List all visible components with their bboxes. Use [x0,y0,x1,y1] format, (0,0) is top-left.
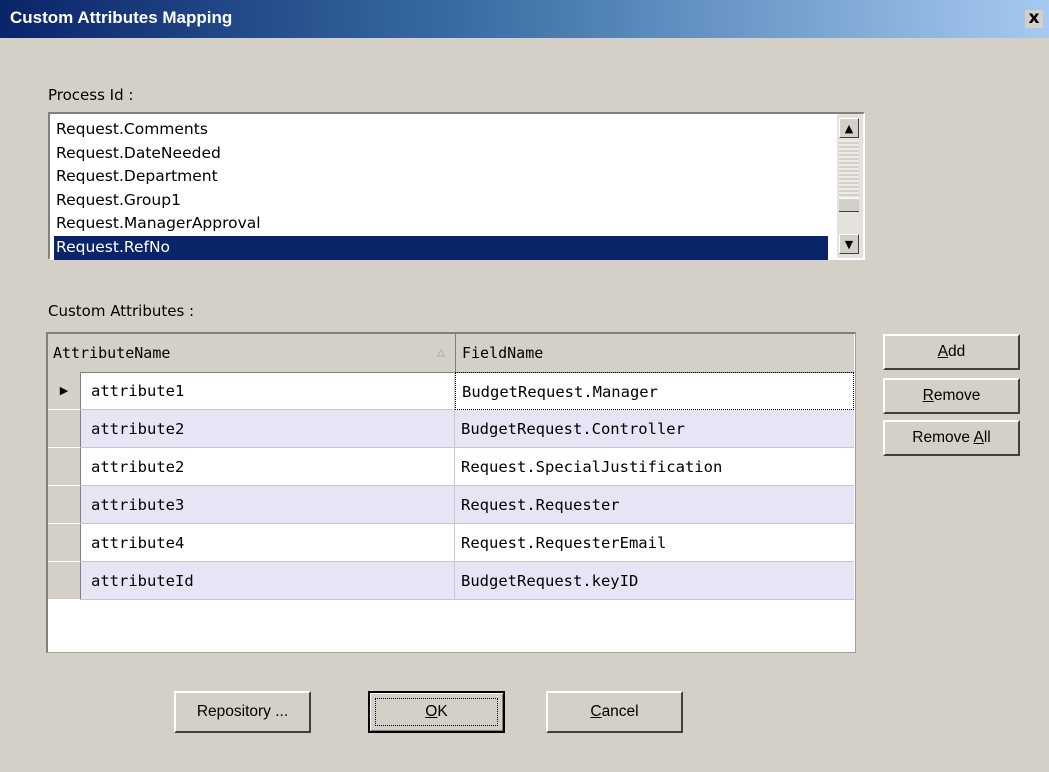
row-header[interactable] [48,410,81,448]
add-button[interactable]: Add [883,334,1020,370]
table-row[interactable]: attribute3 Request.Requester [48,486,854,524]
button-label: ll [983,429,991,446]
remove-button[interactable]: Remove [883,378,1020,414]
table-row[interactable]: attributeId BudgetRequest.keyID [48,562,854,600]
row-header[interactable] [48,486,81,524]
repository-button[interactable]: Repository ... [174,691,311,733]
table-row[interactable]: ▶ attribute1 BudgetRequest.Manager [48,372,854,410]
listbox-vertical-scrollbar[interactable]: ▲ ▼ [837,114,863,258]
attribute-name-cell[interactable]: attribute1 [81,372,455,410]
custom-attributes-label: Custom Attributes : [48,302,195,320]
accelerator-key: A [937,343,949,360]
grid-header: AttributeName △ FieldName [48,334,854,373]
title-bar: Custom Attributes Mapping x [0,0,1049,38]
accelerator-key: R [922,387,934,404]
button-label: ancel [601,703,639,720]
table-row[interactable]: attribute2 Request.SpecialJustification [48,448,854,486]
field-name-cell[interactable]: BudgetRequest.Controller [455,410,854,448]
process-id-item[interactable]: Request.Comments [54,118,828,142]
attribute-name-cell[interactable]: attribute2 [81,448,455,486]
custom-attributes-grid[interactable]: AttributeName △ FieldName ▶ attribute1 B… [46,332,856,653]
scroll-down-arrow-icon[interactable]: ▼ [839,234,859,254]
close-icon[interactable]: x [1025,10,1043,28]
column-header-attributename[interactable]: AttributeName △ [48,334,456,372]
process-id-item[interactable]: Request.ManagerApproval [54,212,828,236]
remove-all-button[interactable]: Remove All [883,420,1020,456]
process-id-item[interactable]: Request.Department [54,165,828,189]
field-name-cell[interactable]: Request.Requester [455,486,854,524]
button-label: emove [933,387,981,404]
accelerator-key: A [973,429,984,446]
row-header[interactable] [48,448,81,486]
process-id-item[interactable]: Request.DateNeeded [54,142,828,166]
column-header-fieldname[interactable]: FieldName [456,334,854,372]
button-label: Remove [912,429,974,446]
ok-button[interactable]: OK [368,691,505,733]
sort-ascending-icon: △ [437,345,445,360]
attribute-name-cell[interactable]: attribute3 [81,486,455,524]
window-title: Custom Attributes Mapping [10,8,233,27]
button-label: dd [948,343,966,360]
process-id-item-selected[interactable]: Request.RefNo [54,235,828,260]
field-name-cell[interactable]: BudgetRequest.Manager [455,372,854,410]
row-header[interactable] [48,524,81,562]
table-row[interactable]: attribute2 BudgetRequest.Controller [48,410,854,448]
focus-rectangle [375,698,498,726]
field-name-cell[interactable]: BudgetRequest.keyID [455,562,854,600]
column-header-label: FieldName [462,344,544,362]
table-row[interactable]: attribute4 Request.RequesterEmail [48,524,854,562]
attribute-name-cell[interactable]: attributeId [81,562,455,600]
attribute-name-cell[interactable]: attribute4 [81,524,455,562]
column-header-label: AttributeName [53,344,171,362]
field-name-cell[interactable]: Request.SpecialJustification [455,448,854,486]
scroll-up-arrow-icon[interactable]: ▲ [839,118,859,138]
attribute-name-cell[interactable]: attribute2 [81,410,455,448]
process-id-label: Process Id : [48,86,134,104]
cancel-button[interactable]: Cancel [546,691,683,733]
process-id-listbox[interactable]: Request.Comments Request.DateNeeded Requ… [48,112,865,260]
current-row-arrow-icon[interactable]: ▶ [48,372,81,410]
field-name-cell[interactable]: Request.RequesterEmail [455,524,854,562]
process-id-item[interactable]: Request.Group1 [54,189,828,213]
row-header[interactable] [48,562,81,600]
accelerator-key: C [590,703,602,720]
scrollbar-thumb[interactable] [839,198,859,212]
